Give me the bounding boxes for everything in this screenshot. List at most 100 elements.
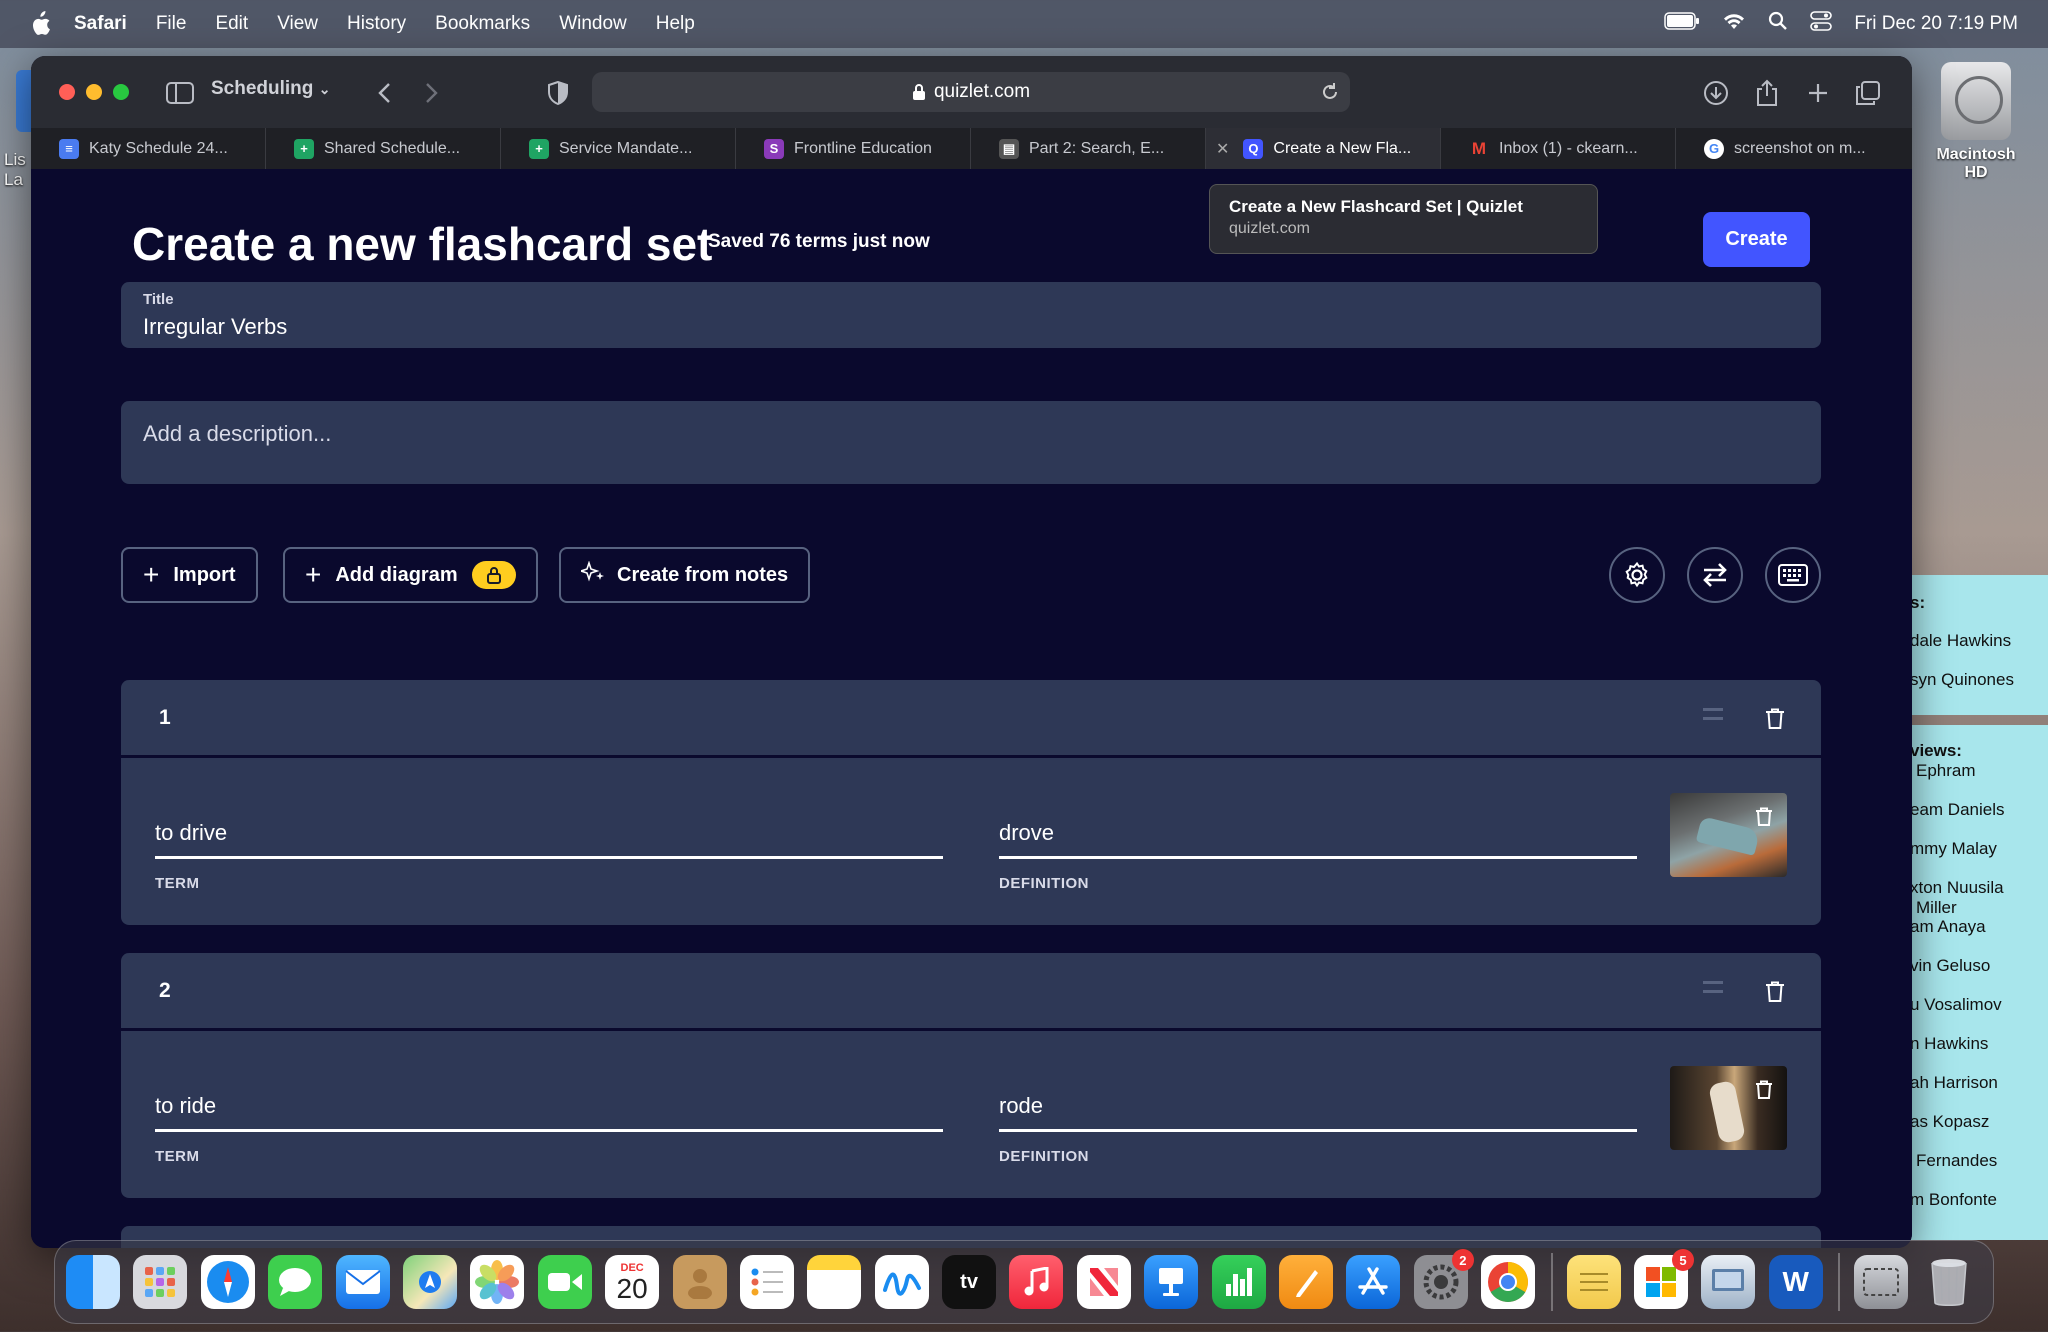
definition-input[interactable]: drove xyxy=(999,820,1637,859)
plus-icon: + xyxy=(143,559,160,590)
browser-tab[interactable]: + Service Mandate... xyxy=(501,128,736,169)
reload-icon[interactable] xyxy=(1320,82,1340,102)
menu-history[interactable]: History xyxy=(347,13,406,35)
stickies-icon[interactable] xyxy=(1566,1255,1621,1309)
menu-bookmarks[interactable]: Bookmarks xyxy=(435,13,530,35)
new-tab-icon[interactable] xyxy=(1803,78,1833,108)
news-icon[interactable] xyxy=(1076,1255,1131,1309)
sticky-note-bottom[interactable]: views: Ephram eam Daniels mmy Malay xton… xyxy=(1910,725,2048,1240)
delete-image-icon[interactable] xyxy=(1755,807,1773,832)
car-image-thumbnail[interactable] xyxy=(1670,793,1787,877)
browser-tab[interactable]: + Shared Schedule... xyxy=(266,128,501,169)
share-icon[interactable] xyxy=(1752,78,1782,108)
menu-safari[interactable]: Safari xyxy=(74,13,127,35)
browser-tab[interactable]: M Inbox (1) - ckearn... xyxy=(1441,128,1676,169)
swap-terms-icon[interactable] xyxy=(1687,547,1743,603)
menu-file[interactable]: File xyxy=(156,13,187,35)
preview-icon[interactable] xyxy=(1701,1255,1756,1309)
browser-tab[interactable]: ≡ Katy Schedule 24... xyxy=(31,128,266,169)
trash-icon[interactable] xyxy=(1922,1255,1976,1309)
freeform-icon[interactable] xyxy=(874,1255,929,1309)
system-settings-icon[interactable]: 2 xyxy=(1413,1249,1474,1309)
description-field[interactable]: Add a description... xyxy=(121,401,1821,484)
safari-icon[interactable] xyxy=(200,1255,255,1309)
tab-overview-icon[interactable] xyxy=(1853,78,1883,108)
calendar-icon[interactable]: DEC 20 xyxy=(605,1255,660,1309)
photos-icon[interactable] xyxy=(470,1255,525,1309)
delete-card-icon[interactable] xyxy=(1765,981,1785,1008)
battery-icon[interactable] xyxy=(1664,12,1700,36)
downloads-icon[interactable] xyxy=(1701,78,1731,108)
browser-tab-active[interactable]: ✕ Q Create a New Fla... xyxy=(1206,128,1441,169)
chrome-icon[interactable] xyxy=(1481,1255,1536,1309)
music-icon[interactable] xyxy=(1009,1255,1064,1309)
maps-icon[interactable] xyxy=(402,1255,457,1309)
browser-tab[interactable]: ▤ Part 2: Search, E... xyxy=(971,128,1206,169)
drag-handle-icon[interactable] xyxy=(1703,981,1723,993)
menu-help[interactable]: Help xyxy=(656,13,695,35)
spotlight-search-icon[interactable] xyxy=(1768,11,1788,37)
wifi-icon[interactable] xyxy=(1722,12,1746,36)
app-store-icon[interactable] xyxy=(1346,1255,1401,1309)
back-icon[interactable] xyxy=(369,78,399,108)
term-input[interactable]: to ride xyxy=(155,1093,943,1132)
definition-input[interactable]: rode xyxy=(999,1093,1637,1132)
definition-field[interactable]: drove DEFINITION xyxy=(999,820,1637,892)
menubar-clock[interactable]: Fri Dec 20 7:19 PM xyxy=(1854,13,2018,35)
frontline-icon: S xyxy=(764,138,784,159)
title-field[interactable]: Title Irregular Verbs xyxy=(121,282,1821,348)
control-center-icon[interactable] xyxy=(1810,11,1833,37)
screenshot-icon[interactable] xyxy=(1854,1255,1909,1309)
sticky-line: views: xyxy=(1910,741,1962,760)
delete-image-icon[interactable] xyxy=(1755,1080,1773,1105)
address-bar[interactable]: quizlet.com xyxy=(592,72,1350,112)
close-tab-icon[interactable]: ✕ xyxy=(1216,139,1229,159)
settings-gear-icon[interactable] xyxy=(1609,547,1665,603)
launchpad-icon[interactable] xyxy=(133,1255,188,1309)
keyboard-shortcuts-icon[interactable] xyxy=(1765,547,1821,603)
minimize-window-button[interactable] xyxy=(86,84,102,100)
sticky-line: mmy Malay xyxy=(1910,839,1997,858)
term-field[interactable]: to ride TERM xyxy=(155,1093,943,1165)
tab-group-selector[interactable]: Scheduling ⌄ xyxy=(211,78,330,100)
create-button[interactable]: Create xyxy=(1703,212,1810,267)
menu-view[interactable]: View xyxy=(277,13,318,35)
create-from-notes-button[interactable]: Create from notes xyxy=(559,547,811,603)
macintosh-hd-icon[interactable]: Macintosh HD xyxy=(1930,62,2022,182)
sticky-note-top[interactable]: s: dale Hawkins syn Quinones xyxy=(1910,575,2048,715)
facetime-icon[interactable] xyxy=(537,1255,592,1309)
notes-icon[interactable] xyxy=(807,1255,862,1309)
keynote-icon[interactable] xyxy=(1144,1255,1199,1309)
privacy-shield-icon[interactable] xyxy=(543,78,573,108)
add-diagram-button[interactable]: + Add diagram xyxy=(283,547,538,603)
menu-edit[interactable]: Edit xyxy=(215,13,248,35)
mail-icon[interactable] xyxy=(335,1255,390,1309)
browser-tab[interactable]: S Frontline Education xyxy=(736,128,971,169)
forward-icon[interactable] xyxy=(417,78,447,108)
delete-card-icon[interactable] xyxy=(1765,708,1785,735)
sidebar-toggle-icon[interactable] xyxy=(165,78,195,108)
import-button[interactable]: + Import xyxy=(121,547,258,603)
apple-tv-icon[interactable]: tv xyxy=(942,1255,997,1309)
horse-image-thumbnail[interactable] xyxy=(1670,1066,1787,1150)
pages-icon[interactable] xyxy=(1279,1255,1334,1309)
browser-tab[interactable]: Gscreenshot on m... xyxy=(1676,128,1911,169)
microsoft-store-icon[interactable]: 5 xyxy=(1633,1249,1694,1309)
desktop-file-label[interactable]: Lis La xyxy=(4,150,26,190)
numbers-icon[interactable] xyxy=(1211,1255,1266,1309)
menu-window[interactable]: Window xyxy=(559,13,627,35)
definition-field[interactable]: rode DEFINITION xyxy=(999,1093,1637,1165)
zoom-window-button[interactable] xyxy=(113,84,129,100)
term-field[interactable]: to drive TERM xyxy=(155,820,943,892)
term-input[interactable]: to drive xyxy=(155,820,943,859)
tab-label: Katy Schedule 24... xyxy=(89,139,228,157)
contacts-icon[interactable] xyxy=(672,1255,727,1309)
reminders-icon[interactable] xyxy=(739,1255,794,1309)
messages-icon[interactable] xyxy=(268,1255,323,1309)
drag-handle-icon[interactable] xyxy=(1703,708,1723,720)
tooltip-url: quizlet.com xyxy=(1229,220,1310,237)
close-window-button[interactable] xyxy=(59,84,75,100)
finder-icon[interactable] xyxy=(66,1255,120,1309)
word-icon[interactable]: W xyxy=(1768,1255,1823,1309)
apple-menu-icon[interactable] xyxy=(28,11,52,37)
